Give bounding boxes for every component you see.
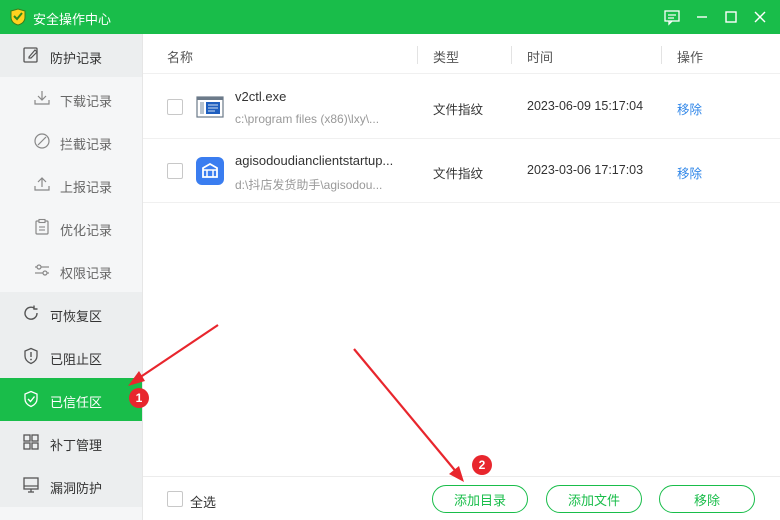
sidebar-item-patch-management[interactable]: 补丁管理 (0, 421, 142, 464)
sidebar-item-label: 已信任区 (50, 395, 103, 410)
edit-record-icon (22, 46, 40, 64)
column-header-action: 操作 (677, 50, 704, 65)
app-logo-icon (8, 7, 28, 27)
column-divider[interactable] (661, 46, 662, 64)
sidebar-item-optimize-records[interactable]: 优化记录 (0, 206, 142, 249)
table-row: v2ctl.exe c:\program files (x86)\lxy\...… (143, 75, 780, 139)
select-all-label[interactable]: 全选 (190, 492, 216, 511)
row-checkbox[interactable] (167, 163, 183, 179)
sidebar-item-label: 可恢复区 (50, 309, 103, 324)
sidebar-item-label: 权限记录 (60, 266, 113, 281)
sidebar-item-block-records[interactable]: 拦截记录 (0, 120, 142, 163)
row-checkbox[interactable] (167, 99, 183, 115)
table-row: agisodoudianclientstartup... d:\抖店发货助手\a… (143, 139, 780, 203)
sidebar-item-label: 已阻止区 (50, 352, 103, 367)
patch-grid-icon (22, 433, 40, 451)
sidebar-item-label: 优化记录 (60, 223, 113, 238)
column-header-time: 时间 (527, 50, 554, 65)
sidebar-item-label: 上报记录 (60, 180, 113, 195)
column-header-type: 类型 (433, 50, 460, 65)
column-divider[interactable] (417, 46, 418, 64)
close-icon[interactable] (748, 5, 772, 29)
restore-icon (22, 304, 40, 322)
exe-window-icon (195, 92, 225, 122)
sidebar-item-upload-records[interactable]: 上报记录 (0, 163, 142, 206)
file-type: 文件指纹 (433, 167, 484, 181)
file-name: v2ctl.exe (235, 89, 287, 104)
shield-alert-icon (22, 347, 40, 365)
file-time: 2023-06-09 15:17:04 (527, 99, 644, 113)
download-icon (33, 89, 51, 107)
add-directory-button[interactable]: 添加目录 (432, 485, 528, 513)
window-title: 安全操作中心 (33, 12, 112, 27)
sidebar-item-download-records[interactable]: 下载记录 (0, 77, 142, 120)
sidebar-item-trusted-zone[interactable]: 已信任区 (0, 378, 142, 421)
file-name: agisodoudianclientstartup... (235, 153, 394, 168)
add-file-button[interactable]: 添加文件 (546, 485, 642, 513)
table-header: 名称 类型 时间 操作 (143, 34, 780, 74)
block-icon (33, 132, 51, 150)
sidebar-item-permission-records[interactable]: 权限记录 (0, 249, 142, 292)
file-path: c:\program files (x86)\lxy\... (235, 112, 380, 126)
minimize-icon[interactable] (690, 5, 714, 29)
sidebar: 防护记录 下载记录 拦截记录 上报记录 优化记录 权限记录 可恢复区 已阻止区 … (0, 34, 143, 520)
shield-check-icon (22, 390, 40, 408)
annotation-badge-2: 2 (472, 455, 492, 475)
sidebar-item-protection-records[interactable]: 防护记录 (0, 34, 142, 77)
remove-button[interactable]: 移除 (659, 485, 755, 513)
select-all-checkbox[interactable] (167, 491, 183, 507)
sidebar-item-label: 拦截记录 (60, 137, 113, 152)
sidebar-item-label: 补丁管理 (50, 438, 103, 453)
sidebar-item-recoverable-zone[interactable]: 可恢复区 (0, 292, 142, 335)
trusted-zone-panel: 名称 类型 时间 操作 v2ctl.exe c:\program files (… (143, 34, 780, 520)
feedback-icon[interactable] (660, 5, 684, 29)
sidebar-item-blocked-zone[interactable]: 已阻止区 (0, 335, 142, 378)
sidebar-item-label: 下载记录 (60, 94, 113, 109)
sidebar-item-label: 防护记录 (50, 51, 103, 66)
maximize-icon[interactable] (719, 5, 743, 29)
title-bar: 安全操作中心 (0, 0, 780, 34)
column-divider[interactable] (511, 46, 512, 64)
sliders-icon (33, 261, 51, 279)
file-time: 2023-03-06 17:17:03 (527, 163, 644, 177)
sidebar-item-label: 漏洞防护 (50, 481, 103, 496)
file-type: 文件指纹 (433, 103, 484, 117)
monitor-shield-icon (22, 476, 40, 494)
blue-app-icon (195, 156, 225, 186)
sidebar-item-vulnerability-protection[interactable]: 漏洞防护 (0, 464, 142, 507)
action-bar: 全选 添加目录 添加文件 移除 (143, 476, 780, 520)
file-path: d:\抖店发货助手\agisodou... (235, 178, 383, 192)
column-header-name: 名称 (167, 50, 194, 65)
remove-link[interactable]: 移除 (677, 163, 702, 182)
remove-link[interactable]: 移除 (677, 99, 702, 118)
annotation-badge-1: 1 (129, 388, 149, 408)
upload-icon (33, 175, 51, 193)
clipboard-icon (33, 218, 51, 236)
